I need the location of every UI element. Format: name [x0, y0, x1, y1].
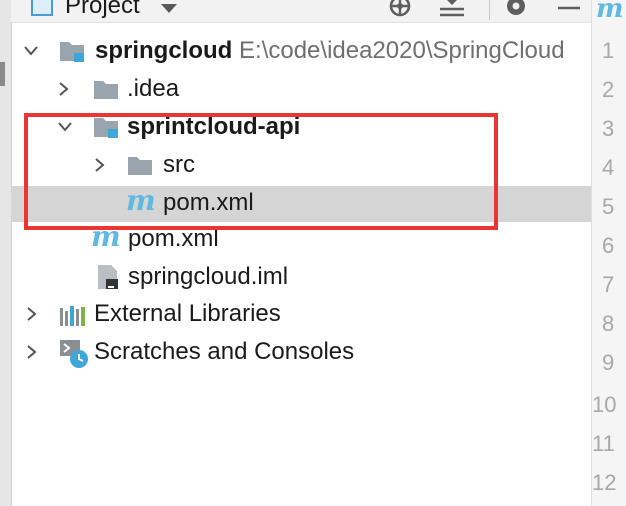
line-number: 11	[592, 431, 615, 456]
editor-gutter: m 1 2 3 4 5 6 7 8 9 10 11 12	[591, 0, 626, 506]
view-dropdown-arrow-icon[interactable]	[161, 4, 177, 13]
idea-folder-label[interactable]: .idea	[127, 74, 179, 104]
maven-file-icon: m	[91, 220, 121, 253]
scratches-label[interactable]: Scratches and Consoles	[94, 337, 354, 367]
folder-icon	[94, 81, 118, 99]
project-toolbar: Project	[11, 0, 591, 23]
line-number: 10	[592, 392, 617, 417]
line-number: 6	[602, 233, 615, 258]
module-pom-label[interactable]: pom.xml	[163, 188, 254, 218]
line-number: 7	[602, 272, 615, 297]
tree-row-external-libraries[interactable]: External Libraries	[11, 297, 591, 333]
line-number: 8	[602, 311, 615, 336]
module-name[interactable]: sprintcloud-api	[127, 112, 300, 142]
collapse-all-icon[interactable]	[439, 0, 465, 18]
chevron-right-icon[interactable]	[24, 345, 38, 359]
tool-window-marker[interactable]	[0, 62, 5, 86]
hide-minimize-icon[interactable]	[556, 0, 582, 18]
tree-row-module-pom[interactable]: m pom.xml	[11, 184, 591, 222]
chevron-right-icon[interactable]	[24, 307, 38, 321]
module-folder-icon	[60, 42, 84, 62]
tree-row-idea[interactable]: .idea	[11, 72, 591, 108]
line-number: 4	[602, 155, 615, 180]
root-project-path: E:\code\idea2020\SpringCloud	[239, 37, 565, 64]
tree-row-scratches[interactable]: Scratches and Consoles	[11, 335, 591, 371]
tree-row-iml[interactable]: springcloud.iml	[11, 260, 591, 296]
toolbar-separator	[489, 0, 490, 20]
chevron-down-icon[interactable]	[24, 44, 38, 58]
line-number: 5	[602, 194, 615, 219]
folder-icon	[128, 157, 152, 175]
line-number: 9	[602, 350, 615, 375]
root-project-name[interactable]: springcloud	[95, 37, 232, 64]
maven-tab-icon[interactable]: m	[596, 0, 624, 24]
tree-row-root-pom[interactable]: m pom.xml	[11, 220, 591, 258]
external-libraries-label[interactable]: External Libraries	[94, 299, 281, 329]
maven-file-icon: m	[126, 184, 156, 217]
line-number: 12	[592, 470, 617, 495]
chevron-down-icon[interactable]	[58, 120, 72, 134]
gear-icon[interactable]	[503, 0, 529, 18]
iml-file-label[interactable]: springcloud.iml	[128, 262, 288, 292]
library-books-icon	[60, 306, 85, 326]
root-pom-label[interactable]: pom.xml	[128, 224, 219, 254]
panel-title[interactable]: Project	[65, 0, 140, 20]
chevron-right-icon[interactable]	[92, 158, 106, 172]
tree-row-root[interactable]: springcloud E:\code\idea2020\SpringCloud	[11, 34, 591, 70]
line-number: 1	[602, 38, 615, 63]
scratches-clock-icon	[60, 340, 88, 368]
tree-row-module[interactable]: sprintcloud-api	[11, 110, 591, 146]
locate-target-icon[interactable]	[387, 0, 413, 18]
line-number: 2	[602, 77, 615, 102]
line-number: 3	[602, 116, 615, 141]
src-folder-label[interactable]: src	[163, 150, 195, 180]
project-window-icon	[31, 0, 53, 16]
tree-row-src[interactable]: src	[11, 148, 591, 184]
iml-file-icon	[98, 265, 118, 289]
module-folder-icon	[94, 118, 118, 138]
chevron-right-icon[interactable]	[56, 82, 70, 96]
